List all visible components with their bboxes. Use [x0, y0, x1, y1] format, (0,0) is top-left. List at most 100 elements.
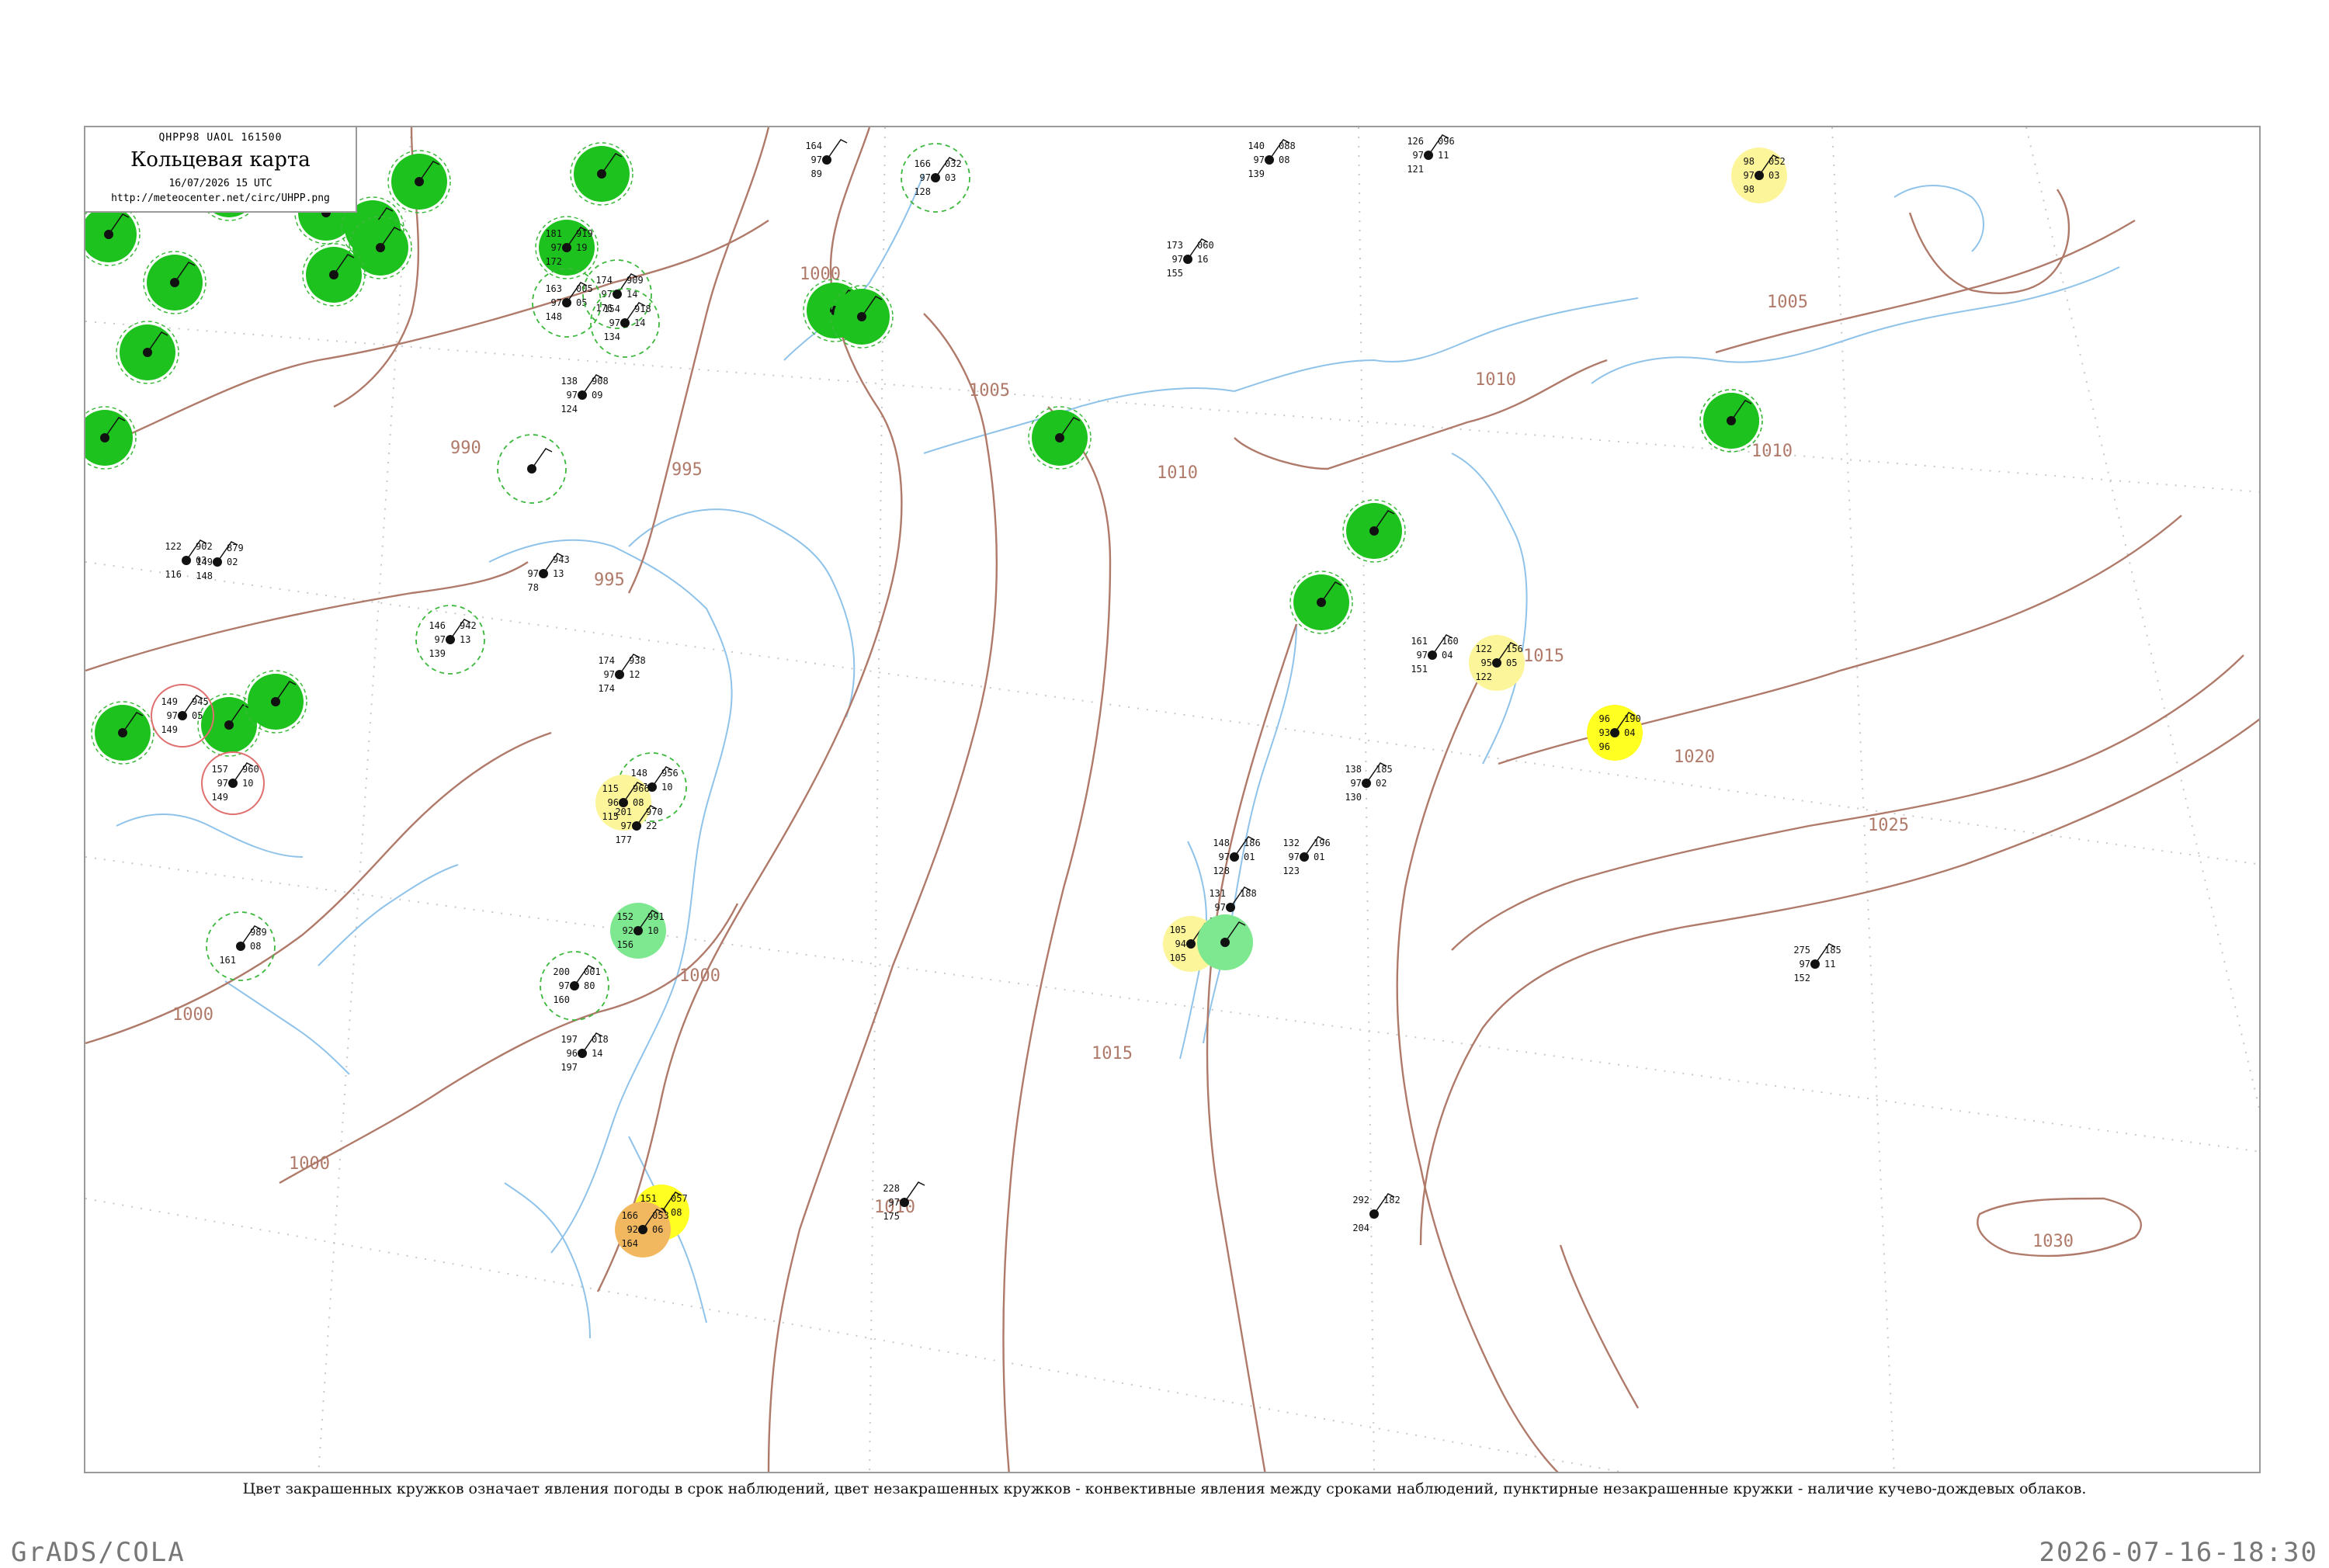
station-plot — [85, 406, 137, 470]
station-value: 01 — [1314, 852, 1324, 862]
station-value: 139 — [1248, 168, 1265, 179]
station-value: 96 — [1599, 713, 1610, 724]
station-value: 052 — [1768, 156, 1786, 167]
station-value: 909 — [627, 275, 644, 286]
bulletin-code: QHPP98 UAOL 161500 — [158, 132, 283, 144]
legend-caption: Цвет закрашенных кружков означает явлени… — [242, 1480, 2087, 1497]
station-value: 97 — [811, 154, 822, 165]
isobar-label: 995 — [672, 460, 703, 480]
station-plot — [91, 701, 154, 765]
station-value: 938 — [629, 655, 646, 666]
isobar-label: 1005 — [1767, 293, 1808, 312]
station-value: 80 — [584, 980, 595, 991]
station-value: 12 — [629, 669, 640, 680]
station-value: 185 — [1376, 764, 1393, 775]
station-value: 879 — [227, 543, 244, 553]
station-value: 148 — [545, 311, 562, 322]
station-value: 188 — [1240, 888, 1257, 899]
station-plot: 132 196 97 01 123 — [1283, 836, 1331, 876]
isobar-label: 1005 — [969, 381, 1010, 401]
station-value: 160 — [553, 994, 570, 1005]
station-value: 01 — [1244, 852, 1255, 862]
station-value: 172 — [545, 256, 562, 267]
station-value: 97 — [604, 669, 615, 680]
station-value: 001 — [584, 966, 601, 977]
footer-credit: GrADS/COLA — [11, 1537, 186, 1568]
isobar-label: 1010 — [1751, 442, 1793, 461]
station-value: 97 — [559, 980, 570, 991]
station-value: 174 — [595, 275, 613, 286]
station-value: 942 — [460, 620, 477, 631]
station-value: 175 — [883, 1211, 900, 1222]
station-plot: 161 160 97 04 151 — [1411, 634, 1459, 675]
station-value: 97 — [1417, 650, 1428, 661]
station-value: 151 — [1411, 664, 1428, 675]
synoptic-map: 990 995 995 1000 1000 1000 1000 1005 100… — [85, 127, 2259, 1472]
station-value: 22 — [646, 820, 657, 831]
station-value: 177 — [615, 834, 632, 845]
station-value: 181 — [545, 228, 562, 239]
station-value: 11 — [1438, 150, 1449, 161]
station-value: 128 — [914, 186, 931, 197]
station-plot — [387, 150, 451, 213]
station-value: 200 — [553, 966, 570, 977]
station-value: 105 — [1169, 952, 1186, 963]
station-value: 919 — [576, 228, 593, 239]
station-plot: 292 182 204 — [1352, 1193, 1401, 1233]
station-value: 97 — [602, 289, 613, 300]
station-plot — [116, 321, 179, 384]
station-value: 197 — [561, 1034, 578, 1045]
station-value: 138 — [561, 376, 578, 387]
station-value: 04 — [1442, 650, 1453, 661]
station-plot: 126 096 97 11 121 — [1407, 134, 1455, 175]
station-plot: 174 938 97 12 174 — [598, 654, 646, 694]
station-value: 97 — [1172, 254, 1183, 265]
station-value: 78 — [528, 582, 539, 593]
station-value: 05 — [192, 710, 203, 721]
station-value: 97 — [609, 317, 620, 328]
station-value: 960 — [242, 764, 259, 775]
station-value: 138 — [1345, 764, 1362, 775]
station-value: 124 — [561, 404, 578, 415]
map-datetime: 16/07/2026 15 UTC — [168, 178, 272, 189]
station-plot — [497, 434, 567, 504]
station-value: 140 — [1248, 140, 1265, 151]
station-value: 146 — [429, 620, 446, 631]
station-value: 93 — [1599, 727, 1610, 738]
isobar-label: 1015 — [1092, 1044, 1133, 1063]
station-value: 156 — [1506, 644, 1523, 654]
station-value: 97 — [551, 242, 562, 253]
station-value: 115 — [602, 783, 619, 794]
station-plot: 197 018 96 14 197 — [561, 1032, 609, 1073]
station-value: 902 — [196, 541, 213, 552]
station-value: 908 — [592, 376, 609, 387]
isobar-label: 1025 — [1868, 816, 1909, 835]
station-plot: 200 001 97 80 160 — [540, 951, 609, 1021]
station-value: 128 — [1213, 866, 1230, 876]
footer-timestamp: 2026-07-16-18:30 — [2039, 1537, 2318, 1568]
station-value: 148 — [1213, 838, 1230, 848]
station-value: 19 — [576, 242, 587, 253]
isobar-label: 1000 — [289, 1154, 330, 1174]
station-plot — [143, 251, 207, 314]
station-value: 096 — [1438, 136, 1455, 147]
station-value: 053 — [652, 1210, 669, 1221]
station-plot — [302, 243, 366, 307]
station-value: 032 — [945, 158, 962, 169]
map-frame: 990 995 995 1000 1000 1000 1000 1005 100… — [84, 126, 2261, 1473]
station-value: 970 — [646, 807, 663, 817]
station-plot: 173 060 97 16 155 — [1166, 238, 1214, 279]
station-value: 97 — [1254, 154, 1265, 165]
station-value: 918 — [634, 304, 651, 314]
station-value: 166 — [914, 158, 931, 169]
isobar-label: 1030 — [2032, 1232, 2074, 1251]
map-title: Кольцевая карта — [130, 148, 311, 172]
station-value: 08 — [633, 797, 644, 808]
station-plot — [85, 203, 141, 266]
station-plot — [1342, 499, 1406, 563]
station-plot: 166 053 92 06 164 — [615, 1202, 671, 1258]
station-value: 97 — [1219, 852, 1230, 862]
station-value: 197 — [561, 1062, 578, 1073]
station-value: 057 — [671, 1193, 688, 1204]
station-plot — [830, 285, 894, 349]
